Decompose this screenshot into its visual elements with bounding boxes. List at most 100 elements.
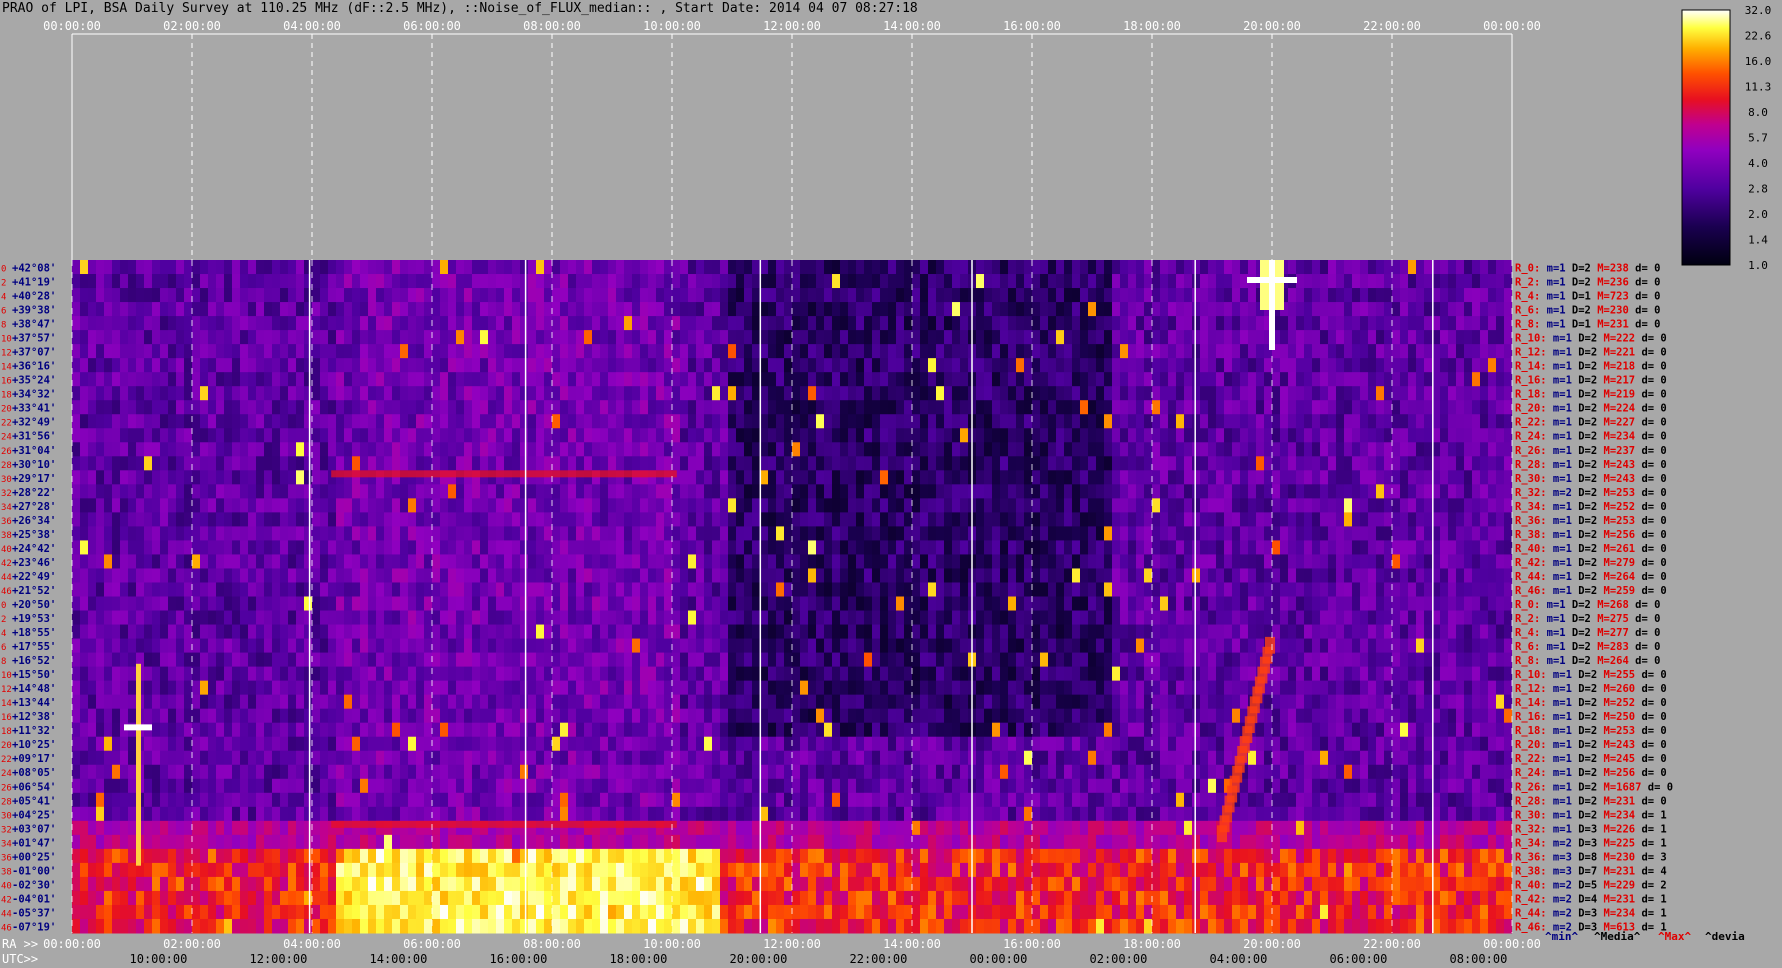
heatmap-cell <box>1096 386 1104 401</box>
heatmap-cell <box>424 358 432 373</box>
heatmap-cell <box>952 596 960 612</box>
heatmap-cell <box>288 540 296 555</box>
heatmap-cell <box>1288 540 1296 555</box>
heatmap-cell <box>432 428 440 443</box>
heatmap-cell <box>600 442 608 457</box>
heatmap-cell <box>496 498 504 513</box>
heatmap-cell <box>568 288 576 303</box>
heatmap-cell <box>288 386 296 401</box>
heatmap-cell <box>816 582 824 597</box>
heatmap-cell <box>360 568 368 583</box>
heatmap-cell <box>504 498 512 513</box>
heatmap-cell <box>888 302 896 317</box>
heatmap-cell <box>176 596 184 612</box>
heatmap-cell <box>920 638 928 654</box>
heatmap-cell <box>1096 414 1104 429</box>
heatmap-cell <box>1048 470 1056 485</box>
heatmap-cell <box>1496 330 1504 345</box>
heatmap-cell <box>1088 372 1096 387</box>
heatmap-cell <box>576 414 584 429</box>
heatmap-cell <box>240 442 248 457</box>
heatmap-cell <box>296 442 304 457</box>
heatmap-cell <box>264 624 272 640</box>
heatmap-cell <box>1376 456 1384 471</box>
heatmap-cell <box>920 330 928 345</box>
heatmap-cell <box>1304 554 1312 569</box>
heatmap-cell <box>992 470 1000 485</box>
heatmap-cell <box>168 288 176 303</box>
heatmap-cell <box>1392 596 1400 612</box>
heatmap-cell <box>1408 414 1416 429</box>
heatmap-cell <box>352 428 360 443</box>
heatmap-cell <box>296 484 304 499</box>
heatmap-cell <box>776 260 784 275</box>
heatmap-cell <box>808 512 816 527</box>
heatmap-cell <box>216 498 224 513</box>
heatmap-cell <box>112 330 120 345</box>
heatmap-cell <box>160 610 168 626</box>
heatmap-cell <box>320 344 328 359</box>
heatmap-cell <box>1288 302 1296 317</box>
heatmap-cell <box>336 624 344 640</box>
heatmap-cell <box>208 568 216 583</box>
heatmap-cell <box>1400 400 1408 415</box>
heatmap-cell <box>336 554 344 569</box>
heatmap-cell <box>384 428 392 443</box>
heatmap-cell <box>624 498 632 513</box>
heatmap-cell <box>1352 274 1360 289</box>
heatmap-cell <box>1128 386 1136 401</box>
heatmap-cell <box>1488 344 1496 359</box>
heatmap-cell <box>1088 498 1096 513</box>
heatmap-cell <box>1032 386 1040 401</box>
heatmap-cell <box>552 554 560 569</box>
heatmap-cell <box>936 330 944 345</box>
heatmap-cell <box>104 414 112 429</box>
heatmap-cell <box>904 274 912 289</box>
heatmap-cell <box>1312 568 1320 583</box>
heatmap-cell <box>1224 568 1232 583</box>
heatmap-cell <box>1040 456 1048 471</box>
heatmap-cell <box>384 568 392 583</box>
heatmap-cell <box>800 260 808 275</box>
heatmap-cell <box>432 638 440 654</box>
heatmap-cell <box>1192 428 1200 443</box>
heatmap-cell <box>736 484 744 499</box>
heatmap-cell <box>1024 344 1032 359</box>
heatmap-cell <box>216 274 224 289</box>
heatmap-cell <box>352 414 360 429</box>
heatmap-cell <box>752 540 760 555</box>
heatmap-cell <box>1280 316 1288 331</box>
heatmap-cell <box>768 260 776 275</box>
heatmap-cell <box>1456 344 1464 359</box>
heatmap-cell <box>1440 442 1448 457</box>
heatmap-cell <box>784 582 792 597</box>
heatmap-cell <box>824 386 832 401</box>
heatmap-cell <box>496 358 504 373</box>
heatmap-cell <box>424 428 432 443</box>
heatmap-cell <box>424 330 432 345</box>
heatmap-cell <box>88 302 96 317</box>
heatmap-cell <box>368 316 376 331</box>
heatmap-cell <box>544 400 552 415</box>
heatmap-cell <box>1240 582 1248 597</box>
heatmap-cell <box>640 568 648 583</box>
heatmap-cell <box>472 428 480 443</box>
heatmap-cell <box>1224 554 1232 569</box>
heatmap-cell <box>1304 540 1312 555</box>
heatmap-cell <box>576 400 584 415</box>
heatmap-cell <box>192 582 200 597</box>
heatmap-cell <box>688 274 696 289</box>
heatmap-cell <box>440 442 448 457</box>
heatmap-cell <box>1248 372 1256 387</box>
heatmap-cell <box>936 316 944 331</box>
heatmap-cell <box>688 596 696 612</box>
heatmap-cell <box>1024 358 1032 373</box>
heatmap-cell <box>1136 386 1144 401</box>
heatmap-cell <box>600 484 608 499</box>
heatmap-cell <box>1128 330 1136 345</box>
heatmap-cell <box>376 512 384 527</box>
heatmap-cell <box>1096 512 1104 527</box>
heatmap-cell <box>856 624 864 640</box>
heatmap-cell <box>96 638 104 654</box>
heatmap-cell <box>976 582 984 597</box>
